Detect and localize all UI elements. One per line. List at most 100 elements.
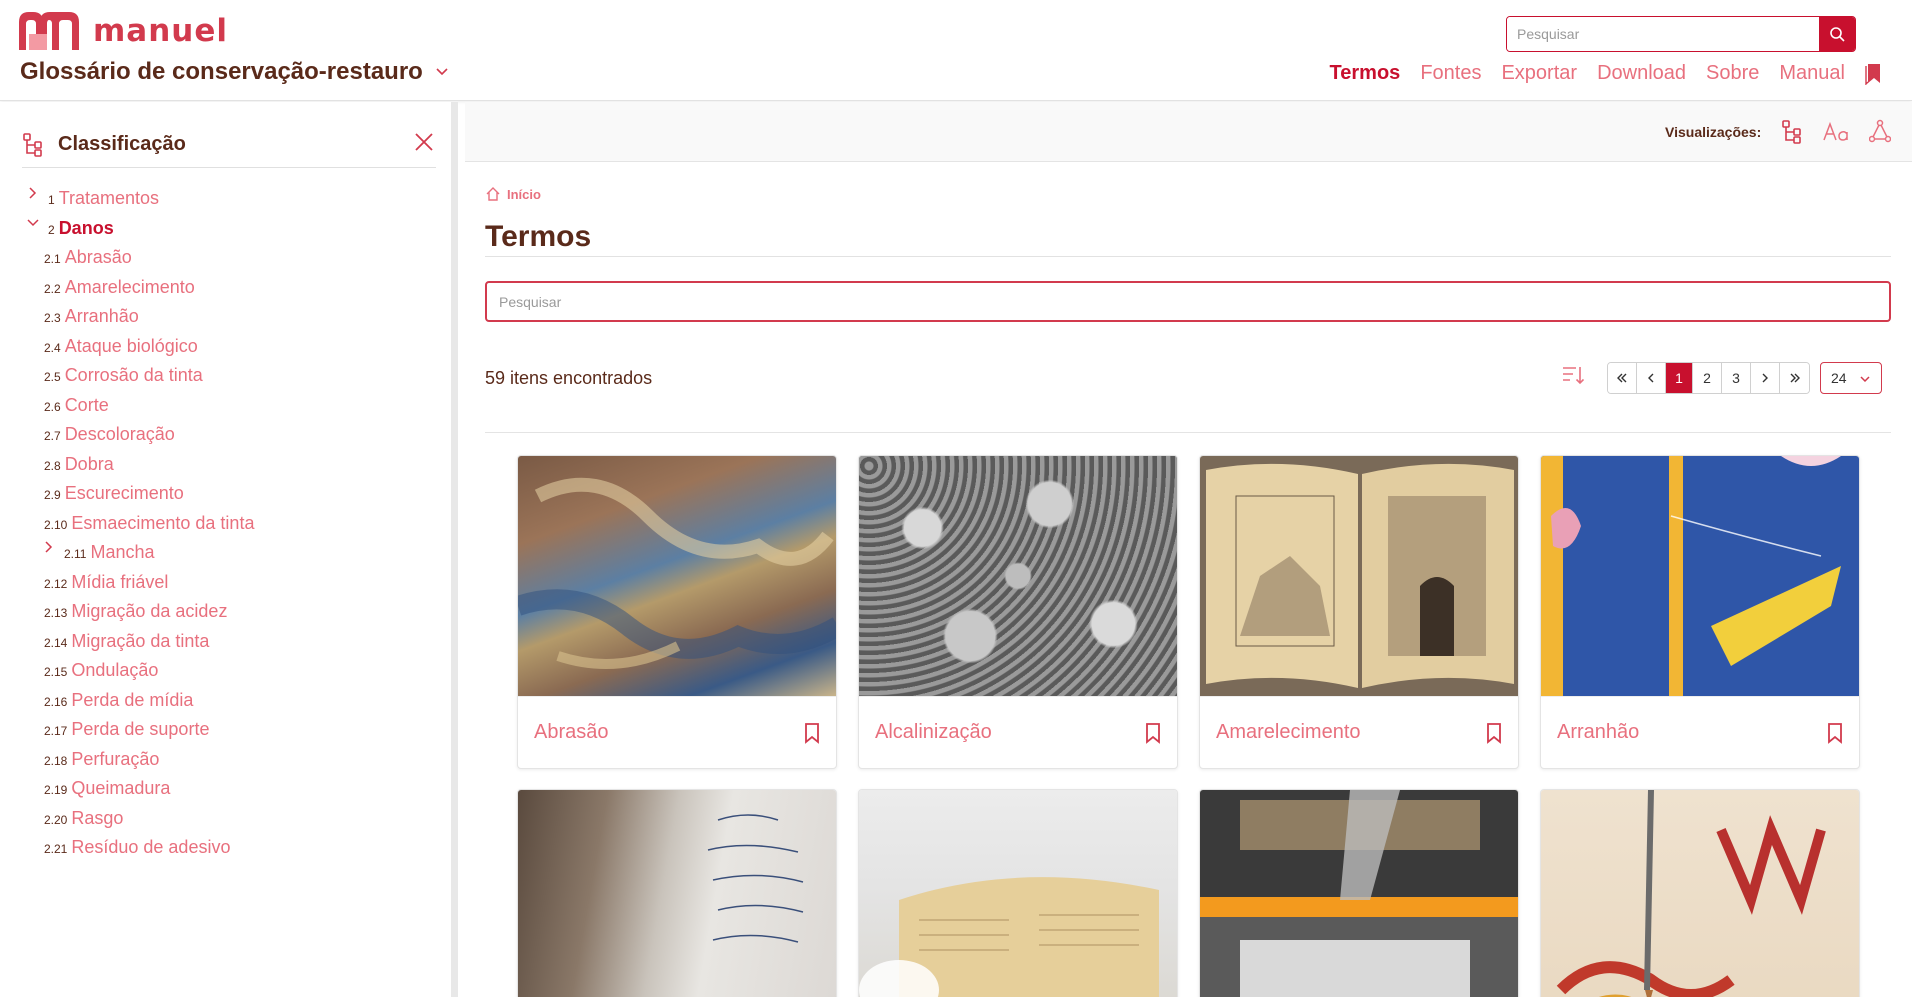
sidebar-item-2-8[interactable]: 2.8 Dobra — [44, 454, 114, 475]
tree-item-label[interactable]: Queimadura — [71, 778, 170, 799]
tree-item-number: 2.13 — [44, 606, 68, 620]
sidebar-item-2-16[interactable]: 2.16 Perda de mídia — [44, 690, 193, 711]
tree-item-label[interactable]: Resíduo de adesivo — [71, 837, 230, 858]
sidebar-item-2-11[interactable]: 2.11 Mancha — [45, 541, 155, 563]
nav-exportar[interactable]: Exportar — [1501, 62, 1577, 85]
close-icon[interactable] — [414, 132, 434, 152]
term-card[interactable] — [1199, 789, 1519, 997]
tree-item-label[interactable]: Perda de mídia — [71, 690, 193, 711]
term-card[interactable] — [517, 789, 837, 997]
per-page-select[interactable]: 24 — [1820, 362, 1882, 394]
nav-download[interactable]: Download — [1597, 62, 1686, 85]
bookmark-icon[interactable] — [1145, 722, 1161, 744]
alphabetical-view-icon[interactable] — [1823, 122, 1851, 142]
last-page-button[interactable] — [1780, 363, 1809, 393]
card-title[interactable]: Alcalinização — [875, 721, 992, 744]
term-card[interactable]: Amarelecimento — [1199, 455, 1519, 769]
bookmark-icon[interactable] — [804, 722, 820, 744]
term-card[interactable] — [858, 789, 1178, 997]
header-search-input[interactable] — [1507, 17, 1819, 51]
term-card[interactable]: Abrasão — [517, 455, 837, 769]
term-card[interactable]: Alcalinização — [858, 455, 1178, 769]
open-book-illustration — [1206, 463, 1514, 688]
sidebar-item-2-12[interactable]: 2.12 Mídia friável — [44, 572, 168, 593]
nav-termos[interactable]: Termos — [1330, 62, 1401, 85]
tree-item-label[interactable]: Abrasão — [65, 247, 132, 268]
card-title[interactable]: Abrasão — [534, 721, 609, 744]
home-icon[interactable] — [485, 186, 501, 202]
term-card[interactable] — [1540, 789, 1860, 997]
chevron-right-icon[interactable] — [26, 186, 40, 200]
prev-page-button[interactable] — [1637, 363, 1666, 393]
sidebar-item-2-5[interactable]: 2.5 Corrosão da tinta — [44, 365, 203, 386]
tree-item-label[interactable]: Perda de suporte — [71, 719, 209, 740]
card-title[interactable]: Amarelecimento — [1216, 721, 1361, 744]
sidebar-item-2-13[interactable]: 2.13 Migração da acidez — [44, 601, 227, 622]
tree-item-label[interactable]: Amarelecimento — [65, 277, 195, 298]
app-title-dropdown[interactable]: Glossário de conservação-restauro — [20, 58, 449, 86]
sidebar-item-2-20[interactable]: 2.20 Rasgo — [44, 808, 123, 829]
tree-view-icon[interactable] — [1781, 119, 1803, 145]
sidebar-item-2-1[interactable]: 2.1 Abrasão — [44, 247, 132, 268]
sidebar-item-2-4[interactable]: 2.4 Ataque biológico — [44, 336, 198, 357]
tree-item-label[interactable]: Dobra — [65, 454, 114, 475]
graph-view-icon[interactable] — [1869, 119, 1891, 143]
tree-item-label[interactable]: Ataque biológico — [65, 336, 198, 357]
tree-item-label[interactable]: Corrosão da tinta — [65, 365, 203, 386]
sidebar-title: Classificação — [58, 133, 186, 155]
sidebar-item-2-3[interactable]: 2.3 Arranhão — [44, 306, 139, 327]
chevron-down-icon[interactable] — [26, 216, 40, 230]
nav-manual[interactable]: Manual — [1779, 62, 1845, 85]
tree-item-label[interactable]: Mancha — [90, 542, 154, 563]
tree-item-label[interactable]: Tratamentos — [59, 188, 159, 209]
chevron-right-icon[interactable] — [42, 540, 56, 554]
sidebar-item-2-15[interactable]: 2.15 Ondulação — [44, 660, 158, 681]
logo-mark-icon — [19, 12, 79, 50]
term-card[interactable]: Arranhão — [1540, 455, 1860, 769]
card-caption: Amarelecimento — [1200, 696, 1518, 768]
tree-item-label[interactable]: Rasgo — [71, 808, 123, 829]
card-title[interactable]: Arranhão — [1557, 721, 1639, 744]
tree-item-number: 2.12 — [44, 576, 68, 591]
sidebar-item-2-10[interactable]: 2.10 Esmaecimento da tinta — [44, 513, 254, 534]
sidebar-item-2-9[interactable]: 2.9 Escurecimento — [44, 483, 184, 504]
sidebar-item-2[interactable]: 2 Danos — [27, 218, 114, 239]
sidebar-item-2-19[interactable]: 2.19 Queimadura — [44, 778, 170, 799]
breadcrumb-home[interactable]: Início — [507, 187, 541, 202]
tree-item-label[interactable]: Migração da acidez — [71, 601, 227, 622]
sidebar-item-2-7[interactable]: 2.7 Descoloração — [44, 424, 175, 445]
tree-item-label[interactable]: Danos — [59, 218, 114, 239]
tree-item-label[interactable]: Perfuração — [71, 749, 159, 770]
tree-item-label[interactable]: Mídia friável — [71, 572, 168, 593]
header-search-button[interactable] — [1819, 17, 1855, 51]
tree-item-label[interactable]: Migração da tinta — [71, 631, 209, 652]
tree-item-number: 2.6 — [44, 399, 61, 414]
first-page-button[interactable] — [1608, 363, 1637, 393]
tree-item-label[interactable]: Arranhão — [65, 306, 139, 327]
tree-item-label[interactable]: Esmaecimento da tinta — [71, 513, 254, 534]
app-logo[interactable]: manuel — [19, 12, 228, 50]
tree-item-label[interactable]: Corte — [65, 395, 109, 416]
sidebar-item-2-14[interactable]: 2.14 Migração da tinta — [44, 631, 209, 652]
page-button-1[interactable]: 1 — [1666, 363, 1693, 393]
tree-item-number: 2.10 — [44, 517, 68, 532]
nav-sobre[interactable]: Sobre — [1706, 62, 1759, 85]
sort-icon[interactable] — [1562, 364, 1584, 386]
tree-item-label[interactable]: Ondulação — [71, 660, 158, 681]
sidebar-item-2-18[interactable]: 2.18 Perfuração — [44, 749, 159, 770]
sidebar-item-2-2[interactable]: 2.2 Amarelecimento — [44, 277, 195, 298]
tree-item-label[interactable]: Descoloração — [65, 424, 175, 445]
bookmarks-icon[interactable] — [1865, 63, 1883, 85]
bookmark-icon[interactable] — [1827, 722, 1843, 744]
page-button-3[interactable]: 3 — [1722, 363, 1751, 393]
sidebar-item-1[interactable]: 1 Tratamentos — [29, 187, 159, 209]
next-page-button[interactable] — [1751, 363, 1780, 393]
nav-fontes[interactable]: Fontes — [1420, 62, 1481, 85]
tree-item-label[interactable]: Escurecimento — [65, 483, 184, 504]
terms-search-input[interactable] — [487, 283, 1889, 320]
sidebar-item-2-6[interactable]: 2.6 Corte — [44, 395, 109, 416]
sidebar-item-2-21[interactable]: 2.21 Resíduo de adesivo — [44, 837, 230, 858]
bookmark-icon[interactable] — [1486, 722, 1502, 744]
sidebar-item-2-17[interactable]: 2.17 Perda de suporte — [44, 719, 209, 740]
page-button-2[interactable]: 2 — [1693, 363, 1722, 393]
